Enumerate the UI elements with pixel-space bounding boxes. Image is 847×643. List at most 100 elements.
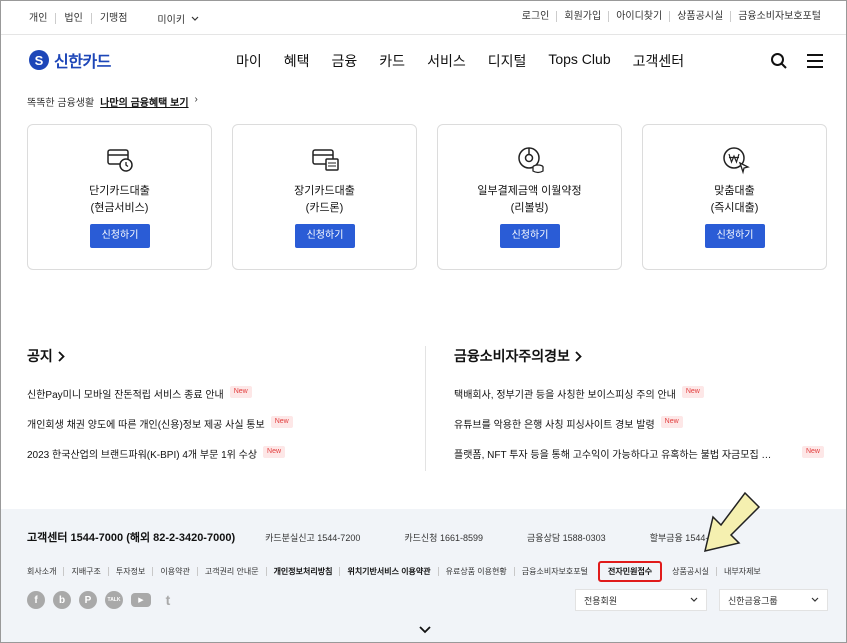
footer-link-whistleblower[interactable]: 내부자제보 bbox=[715, 567, 768, 576]
warning-text: 택배회사, 정부기관 등을 사칭한 보이스피싱 주의 안내 bbox=[454, 390, 676, 401]
youtube-icon[interactable]: ▶ bbox=[131, 593, 151, 607]
section-divider bbox=[425, 346, 426, 471]
nav-tops-club[interactable]: Tops Club bbox=[548, 51, 610, 71]
chevron-down-icon bbox=[811, 597, 819, 602]
header-icons bbox=[770, 52, 824, 70]
warning-item[interactable]: 유튜브를 악용한 은행 사칭 피싱사이트 경보 발령 New bbox=[454, 416, 824, 446]
footer-link-governance[interactable]: 지배구조 bbox=[63, 567, 107, 576]
global-nav: 마이 혜택 금융 카드 서비스 디지털 Tops Club 고객센터 bbox=[236, 51, 684, 71]
nav-digital[interactable]: 디지털 bbox=[488, 51, 527, 71]
promo-text: 똑똑한 금융생활 bbox=[27, 98, 95, 109]
select-value: 신한금융그룹 bbox=[728, 595, 778, 606]
chevron-right-icon bbox=[58, 350, 65, 362]
nav-service[interactable]: 서비스 bbox=[427, 51, 466, 71]
facebook-icon[interactable]: f bbox=[27, 591, 45, 609]
pointer-arrow-icon bbox=[703, 491, 761, 553]
apply-button[interactable]: 신청하기 bbox=[705, 224, 765, 248]
apply-button[interactable]: 신청하기 bbox=[500, 224, 560, 248]
footer-link-investor[interactable]: 투자정보 bbox=[107, 567, 152, 576]
new-badge: New bbox=[660, 416, 683, 428]
won-cursor-icon bbox=[723, 147, 750, 175]
segment-personal[interactable]: 개인 bbox=[29, 13, 55, 24]
card-short-term-loan: 단기카드대출 (현금서비스) 신청하기 bbox=[27, 124, 212, 270]
kakaotalk-icon[interactable]: TALK bbox=[105, 591, 123, 609]
apply-button[interactable]: 신청하기 bbox=[295, 224, 355, 248]
card-subtitle: (즉시대출) bbox=[710, 202, 759, 214]
card-subtitle: (리볼빙) bbox=[510, 202, 549, 214]
footer-link-paid-products[interactable]: 유료상품 이용현황 bbox=[437, 567, 514, 576]
warning-text: 플랫폼, NFT 투자 등을 통해 고수익이 가능하다고 유혹하는 불법 자금모… bbox=[454, 450, 772, 461]
footer-links: 회사소개 지배구조 투자정보 이용약관 고객권리 안내문 개인정보처리방침 위치… bbox=[27, 561, 768, 582]
nav-card[interactable]: 카드 bbox=[379, 51, 405, 71]
nav-finance[interactable]: 금융 bbox=[332, 51, 358, 71]
footer-link-consumer-portal[interactable]: 금융소비자보호포털 bbox=[513, 567, 595, 576]
revolving-coins-icon bbox=[518, 147, 544, 174]
language-selector[interactable]: 미이키 bbox=[157, 11, 199, 26]
customer-type-nav: 개인 법인 기맹점 미이키 bbox=[29, 11, 199, 26]
new-badge: New bbox=[263, 446, 286, 458]
card-title: 단기카드대출 bbox=[89, 185, 150, 197]
segment-merchant[interactable]: 기맹점 bbox=[90, 13, 136, 24]
main-header: S 신한카드 마이 혜택 금융 카드 서비스 디지털 Tops Club 고객센… bbox=[1, 35, 846, 87]
warning-item[interactable]: 택배회사, 정부기관 등을 사칭한 보이스피싱 주의 안내 New bbox=[454, 386, 824, 416]
card-custom-loan: 맞춤대출 (즉시대출) 신청하기 bbox=[642, 124, 827, 270]
footer-link-customer-rights[interactable]: 고객권리 안내문 bbox=[196, 567, 266, 576]
finance-consult-phone: 금융상담 1588-0303 bbox=[527, 532, 606, 543]
card-apply-phone: 카드신청 1661-8599 bbox=[404, 532, 484, 543]
new-badge: New bbox=[270, 416, 293, 428]
consumer-protection-link[interactable]: 금융소비자보호포털 bbox=[730, 11, 828, 22]
card-title: 맞춤대출 bbox=[714, 185, 755, 197]
login-link[interactable]: 로그인 bbox=[515, 11, 557, 22]
notice-text: 개인회생 채권 양도에 따른 개인(신용)정보 제공 사실 통보 bbox=[27, 420, 265, 431]
notice-heading[interactable]: 공지 bbox=[27, 346, 293, 366]
twitter-icon[interactable]: t bbox=[159, 591, 177, 609]
footer-link-company[interactable]: 회사소개 bbox=[27, 567, 63, 576]
shinhan-card-logo[interactable]: S 신한카드 bbox=[29, 48, 111, 72]
sns-links: f b P TALK ▶ t bbox=[27, 591, 177, 609]
notice-item[interactable]: 개인회생 채권 양도에 따른 개인(신용)정보 제공 사실 통보 New bbox=[27, 416, 293, 446]
card-clock-icon bbox=[107, 149, 133, 172]
card-subtitle: (카드론) bbox=[305, 202, 344, 214]
find-id-link[interactable]: 아이디찾기 bbox=[608, 11, 669, 22]
card-subtitle: (현금서비스) bbox=[90, 202, 149, 214]
product-disclosure-link[interactable]: 상품공시실 bbox=[669, 11, 730, 22]
notice-section: 공지 신한Pay미니 모바일 잔돈적립 서비스 종료 안내 New 개인회생 채권… bbox=[27, 346, 293, 476]
apply-button[interactable]: 신청하기 bbox=[90, 224, 150, 248]
warning-heading[interactable]: 금융소비자주의경보 bbox=[454, 346, 824, 366]
utility-bar: 개인 법인 기맹점 미이키 로그인 회원가입 아이디찾기 상품공시실 금융소비자… bbox=[1, 1, 846, 35]
warning-item[interactable]: 플랫폼, NFT 투자 등을 통해 고수익이 가능하다고 유혹하는 불법 자금모… bbox=[454, 446, 824, 476]
card-title: 일부결제금액 이월약정 bbox=[477, 185, 582, 197]
card-long-term-loan: 장기카드대출 (카드론) 신청하기 bbox=[232, 124, 417, 270]
segment-corporate[interactable]: 법인 bbox=[55, 13, 90, 24]
new-badge: New bbox=[681, 386, 704, 398]
nav-my[interactable]: 마이 bbox=[236, 51, 262, 71]
chevron-right-icon bbox=[575, 350, 582, 362]
signup-link[interactable]: 회원가입 bbox=[556, 11, 608, 22]
search-icon[interactable] bbox=[770, 52, 788, 70]
logo-mark: S bbox=[29, 50, 49, 70]
customer-center-phone: 고객센터 1544-7000 (해외 82-2-3420-7000) bbox=[27, 532, 236, 544]
lost-card-phone: 카드분실신고 1544-7200 bbox=[265, 532, 361, 543]
select-value: 전용회원 bbox=[584, 595, 618, 606]
new-badge: New bbox=[229, 386, 252, 398]
notice-item[interactable]: 신한Pay미니 모바일 잔돈적립 서비스 종료 안내 New bbox=[27, 386, 293, 416]
post-icon[interactable]: P bbox=[79, 591, 97, 609]
footer-link-location-terms[interactable]: 위치기반서비스 이용약관 bbox=[339, 567, 437, 576]
language-label: 미이키 bbox=[157, 15, 186, 26]
footer-link-e-complaint[interactable]: 전자민원접수 bbox=[598, 561, 663, 582]
exclusive-member-select[interactable]: 전용회원 bbox=[575, 589, 707, 611]
chevron-down-icon bbox=[191, 16, 199, 21]
notice-item[interactable]: 2023 한국산업의 브랜드파워(K-BPI) 4개 부문 1위 수상 New bbox=[27, 446, 293, 476]
notice-title: 공지 bbox=[27, 348, 53, 364]
menu-icon[interactable] bbox=[806, 53, 824, 69]
footer-link-terms[interactable]: 이용약관 bbox=[152, 567, 196, 576]
group-select[interactable]: 신한금융그룹 bbox=[719, 589, 828, 611]
nav-benefits[interactable]: 혜택 bbox=[284, 51, 310, 71]
blog-icon[interactable]: b bbox=[53, 591, 71, 609]
expand-footer-icon[interactable] bbox=[419, 626, 431, 634]
footer-link-privacy[interactable]: 개인정보처리방침 bbox=[265, 567, 340, 576]
benefit-promo: 똑똑한 금융생활 나만의 금융혜택 보기 › bbox=[27, 94, 198, 109]
footer-link-product-disclosure[interactable]: 상품공시실 bbox=[665, 567, 716, 576]
nav-customer-center[interactable]: 고객센터 bbox=[633, 51, 685, 71]
promo-link[interactable]: 나만의 금융혜택 보기 bbox=[100, 94, 188, 109]
